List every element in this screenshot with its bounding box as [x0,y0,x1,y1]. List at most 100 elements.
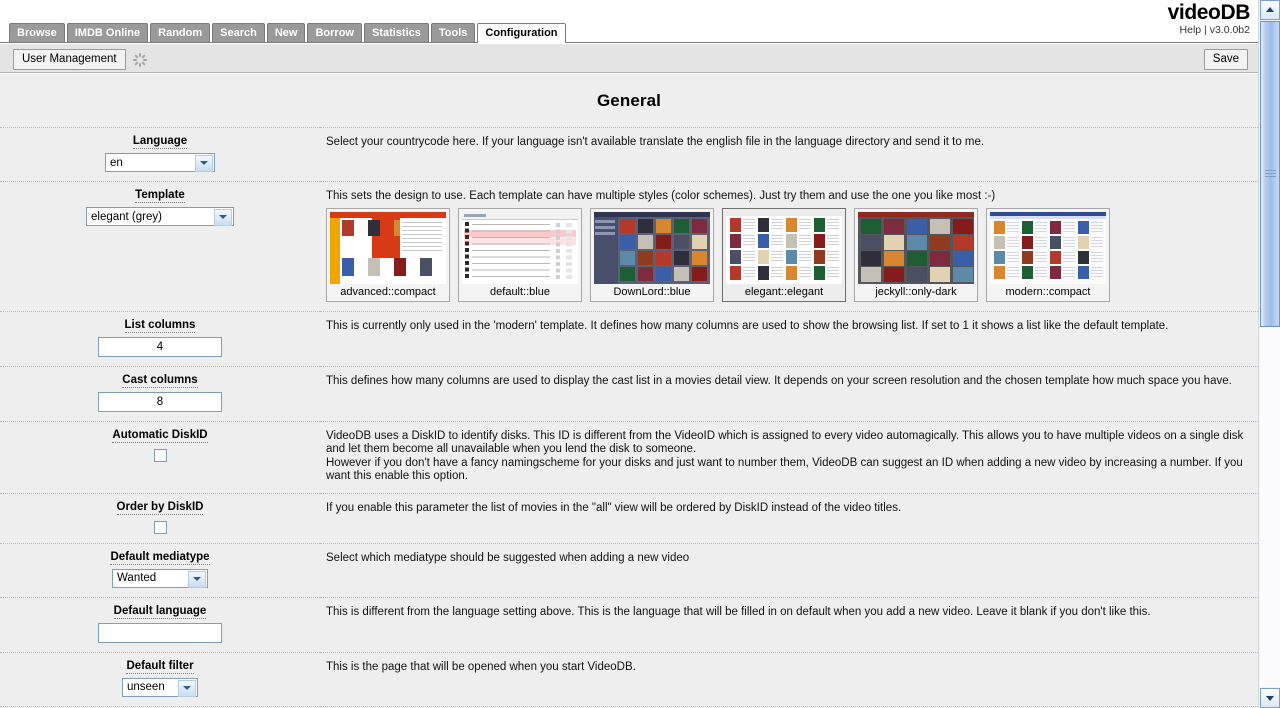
setting-label-cell: Order by DiskID [0,493,320,543]
setting-description-cell: Select your countrycode here. If your la… [320,127,1258,182]
setting-label-cell: Default language [0,597,320,652]
setting-label: Default language [113,604,207,619]
setting-label-cell: Automatic DiskID [0,421,320,493]
input-cast-columns[interactable] [98,391,222,412]
vertical-scrollbar[interactable] [1258,0,1280,708]
template-card[interactable]: jeckyll::only-dark [854,207,978,302]
template-preview-image [594,211,710,284]
setting-row: Default mediatype Wanted Select which medi… [0,543,1258,597]
template-card[interactable]: default::blue [458,207,582,302]
scrollbar-thumb[interactable] [1260,21,1280,327]
template-card[interactable]: advanced::compact [326,207,450,302]
setting-description: This sets the design to use. Each templa… [326,190,996,202]
tab-random[interactable]: Random [150,23,211,42]
setting-label: Language [132,135,188,149]
tab-imdb-online[interactable]: IMDB Online [66,23,149,42]
setting-description: Select your countrycode here. If your la… [326,136,985,148]
save-button[interactable]: Save [1203,49,1248,70]
tab-borrow[interactable]: Borrow [307,23,362,42]
setting-control: en [8,153,312,172]
setting-row: Language en Select your countrycode here. … [0,127,1258,182]
select-wrapper-default-filter: unseen [122,677,198,697]
setting-control [8,519,312,534]
template-name: elegant::elegant [744,285,824,298]
template-name: default::blue [490,285,550,298]
setting-label-cell: Default mediatype Wanted [0,543,320,597]
tab-browse[interactable]: Browse [9,23,65,42]
input-list-columns[interactable] [98,336,222,357]
setting-description: VideoDB uses a DiskID to identify disks.… [326,429,1244,483]
sub-toolbar: User Management Save [0,44,1258,73]
select-wrapper-default-mediatype: Wanted [112,568,208,588]
setting-control [8,336,312,357]
setting-control: Wanted [8,568,312,588]
app-title: videoDB [1167,1,1251,24]
tab-statistics[interactable]: Statistics [363,23,429,42]
setting-label: Template [135,189,185,203]
setting-description: This is different from the language sett… [326,605,1151,618]
template-name: advanced::compact [340,285,436,298]
setting-row: Automatic DiskID VideoDB uses a DiskID to… [0,421,1258,493]
tab-new[interactable]: New [266,23,306,42]
setting-label-cell: Cast columns [0,366,320,421]
input-default-language[interactable] [98,622,222,643]
template-thumbnail-list: advanced::compact default::blue DownLord::… [326,207,1244,302]
chevron-up-icon [1266,7,1274,12]
template-preview-image [858,211,974,284]
template-name: DownLord::blue [613,285,691,298]
template-preview-image [990,211,1106,284]
tab-search[interactable]: Search [212,23,265,42]
setting-description-cell: If you enable this parameter the list of… [320,493,1258,543]
setting-label: List columns [124,318,196,333]
scroll-up-button[interactable] [1260,0,1280,20]
scrollbar-grip-icon [1265,170,1276,179]
template-preview-image [330,211,446,284]
select-language[interactable]: en [105,153,215,172]
setting-label: Default filter [126,659,194,674]
setting-description: This is the page that will be opened whe… [326,660,636,673]
tab-tools[interactable]: Tools [430,23,476,42]
setting-label: Automatic DiskID [112,428,208,443]
setting-label-cell: Language en [0,127,320,182]
setting-label: Cast columns [122,373,198,388]
setting-label: Default mediatype [110,550,210,565]
select-default-filter[interactable]: unseen [122,677,198,697]
setting-description-cell: This defines how many columns are used t… [320,366,1258,421]
setting-description-cell: This sets the design to use. Each templa… [320,181,1258,311]
sub-toolbar-right: Save [1203,49,1248,70]
select-default-mediatype[interactable]: Wanted [112,568,208,588]
setting-label-cell: List columns [0,311,320,366]
setting-description: If you enable this parameter the list of… [326,501,902,514]
main-tabbar: Browse IMDB Online Random Search New Borrow St… [0,23,1258,43]
setting-description: This defines how many columns are used t… [326,374,1232,387]
browser-page: videoDB Help | v3.0.0b2 Browse IMDB Onlin… [0,0,1280,708]
setting-label: Order by DiskID [116,500,204,515]
checkbox-automatic-diskid[interactable] [153,448,167,462]
template-name: modern::compact [1005,285,1091,298]
select-wrapper-language: en [105,153,215,172]
tab-list: Browse IMDB Online Random Search New Borrow St… [9,23,566,43]
setting-label-cell: Default filter unseen [0,652,320,706]
setting-control: elegant (grey) [8,207,312,226]
setting-label-cell: Template elegant (grey) [0,181,320,311]
setting-row: Order by DiskID If you enable this parame… [0,493,1258,543]
checkbox-order-by-diskid[interactable] [153,520,167,534]
template-card[interactable]: elegant::elegant [722,207,846,302]
template-card[interactable]: DownLord::blue [590,207,714,302]
setting-description: Select which mediatype should be suggest… [326,551,690,564]
page-title: General [596,91,661,110]
setting-description-cell: This is the page that will be opened whe… [320,652,1258,706]
sub-toolbar-left: User Management [13,49,147,70]
scrollbar-track[interactable] [1260,21,1280,687]
setting-control [8,391,312,412]
scroll-down-button[interactable] [1260,688,1280,708]
setting-control: unseen [8,677,312,697]
tab-configuration[interactable]: Configuration [477,23,566,43]
select-template[interactable]: elegant (grey) [86,207,234,226]
setting-description: This is currently only used in the 'mode… [326,319,1169,332]
template-name: jeckyll::only-dark [875,285,957,298]
user-management-button[interactable]: User Management [13,49,126,70]
template-card[interactable]: modern::compact [986,207,1110,302]
setting-row: Cast columns This defines how many column… [0,366,1258,421]
select-wrapper-template: elegant (grey) [86,207,234,226]
